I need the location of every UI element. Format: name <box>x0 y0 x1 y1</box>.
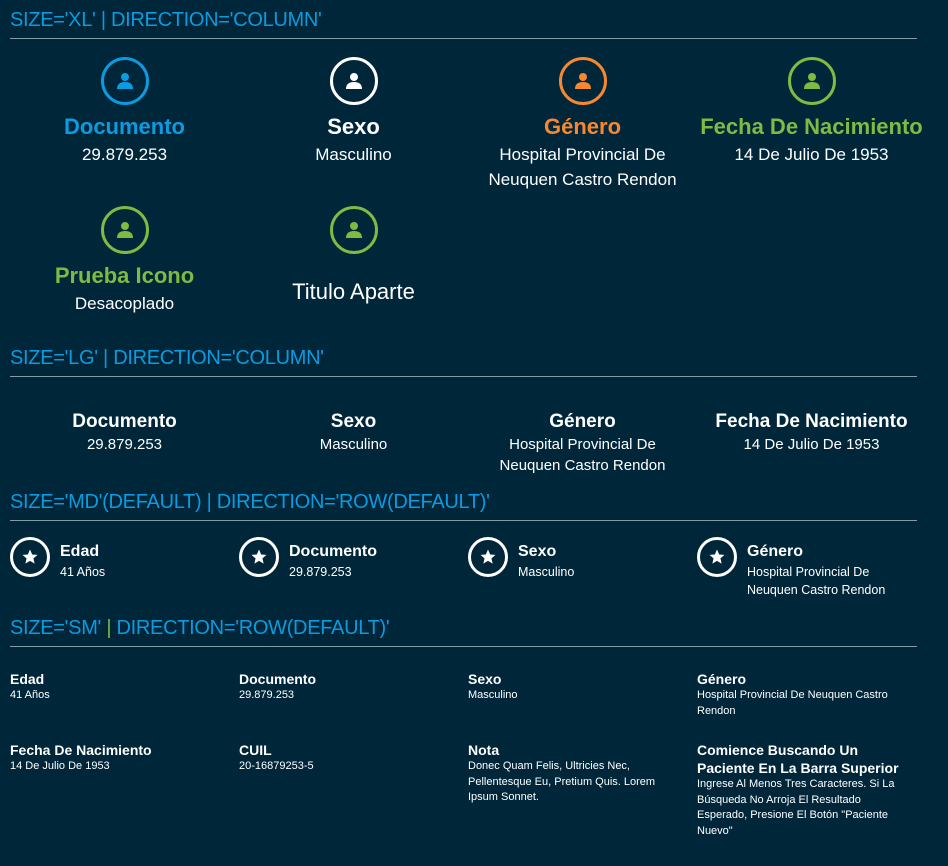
info-item: Documento 29.879.253 <box>239 537 468 599</box>
info-value: 14 De Julio De 1953 <box>10 760 110 772</box>
info-item: Género Hospital Provincial De Neuquen Cas… <box>697 670 926 719</box>
lg-items: Documento 29.879.253 Sexo Masculino Género Ho… <box>10 410 926 476</box>
heading-direction: DIRECTION='ROW(DEFAULT)' <box>216 491 490 513</box>
heading-size: SIZE='LG' <box>10 347 98 369</box>
info-title: Nota <box>468 742 500 758</box>
info-value: Masculino <box>468 689 518 701</box>
info-value: 29.879.253 <box>239 689 295 701</box>
user-icon <box>100 57 149 105</box>
heading-size: SIZE='XL' <box>10 9 96 31</box>
info-title: Prueba Icono <box>54 263 195 288</box>
info-title: Sexo <box>518 543 557 560</box>
heading-direction: DIRECTION='COLUMN' <box>110 9 322 31</box>
info-value: 29.879.253 <box>81 145 168 164</box>
heading-separator: | <box>206 491 212 513</box>
info-title: Género <box>697 671 747 687</box>
info-item: CUIL 20-16879253-5 <box>239 741 468 839</box>
info-value: Desacoplado <box>74 294 175 313</box>
star-icon <box>697 537 737 577</box>
info-item: Fecha De Nacimiento 14 De Julio De 1953 <box>697 410 926 476</box>
section-heading-xl: SIZE='XL' | DIRECTION='COLUMN' <box>10 8 917 39</box>
info-title: Sexo <box>330 411 377 432</box>
info-value: Hospital Provincial De Neuquen Castro Re… <box>499 436 666 474</box>
info-title: Documento <box>239 671 316 687</box>
info-title: Edad <box>60 543 100 560</box>
sm-items: Edad 41 Años Documento 29.879.253 Sexo Mascul… <box>10 670 926 861</box>
user-icon <box>100 206 149 254</box>
heading-separator: | <box>103 347 108 369</box>
info-value: Masculino <box>315 145 392 164</box>
info-item: Edad 41 Años <box>10 670 239 719</box>
star-icon <box>239 537 279 577</box>
info-value: 41 Años <box>10 689 50 701</box>
info-value: Masculino <box>518 565 575 579</box>
info-title: Género <box>543 114 622 139</box>
info-title: Comience Buscando Un Paciente En La Barr… <box>697 742 899 776</box>
info-item: Fecha De Nacimiento 14 De Julio De 1953 <box>697 57 926 192</box>
info-title: Edad <box>10 671 45 687</box>
info-text: Género Hospital Provincial De Neuquen Cas… <box>747 537 907 599</box>
section-heading-md: SIZE='MD'(DEFAULT) | DIRECTION='ROW(DEFA… <box>10 490 917 521</box>
info-item: Documento 29.879.253 <box>10 410 239 476</box>
info-item: Sexo Masculino <box>468 670 697 719</box>
star-icon <box>468 537 508 577</box>
star-icon <box>10 537 50 577</box>
info-text: Sexo Masculino <box>518 537 574 581</box>
info-value: Hospital Provincial De Neuquen Castro Re… <box>697 689 888 717</box>
info-text: Documento 29.879.253 <box>289 537 377 581</box>
info-item: Género Hospital Provincial De Neuquen Cas… <box>468 57 697 192</box>
info-title: Género <box>549 411 616 432</box>
heading-separator: | <box>106 617 112 639</box>
info-item: Nota Donec Quam Felis, Ultricies Nec, Pel… <box>468 741 697 839</box>
info-item: Género Hospital Provincial De Neuquen Cas… <box>468 410 697 476</box>
info-title: Titulo Aparte <box>292 279 415 304</box>
info-item: Edad 41 Años <box>10 537 239 599</box>
info-value: Hospital Provincial De Neuquen Castro Re… <box>747 565 886 597</box>
heading-size: SIZE='SM' <box>10 617 102 639</box>
md-items: Edad 41 Años Documento 29.879.253 Sexo Mascul… <box>10 537 926 599</box>
info-value: 29.879.253 <box>289 565 352 579</box>
xl-items: Documento 29.879.253 Sexo Masculino Género Ho… <box>10 57 926 316</box>
info-value: 29.879.253 <box>86 436 163 453</box>
info-item: Comience Buscando Un Paciente En La Barr… <box>697 741 926 839</box>
info-title: Sexo <box>327 114 380 139</box>
info-item: Titulo Aparte <box>239 206 468 316</box>
heading-separator: | <box>100 9 106 31</box>
section-heading-lg: SIZE='LG' | DIRECTION='COLUMN' <box>10 346 917 377</box>
heading-direction: DIRECTION='ROW(DEFAULT)' <box>116 617 390 639</box>
info-item: Documento 29.879.253 <box>10 57 239 192</box>
info-item: Sexo Masculino <box>239 57 468 192</box>
info-value: 14 De Julio De 1953 <box>734 145 889 164</box>
info-title: Fecha De Nacimiento <box>10 742 152 758</box>
info-item: Sexo Masculino <box>239 410 468 476</box>
info-value: 20-16879253-5 <box>239 760 314 772</box>
info-value: 41 Años <box>60 565 106 579</box>
info-title: Documento <box>289 543 377 560</box>
info-item: Prueba Icono Desacoplado <box>10 206 239 316</box>
info-title: CUIL <box>239 742 272 758</box>
info-item: Fecha De Nacimiento 14 De Julio De 1953 <box>10 741 239 839</box>
user-icon <box>329 206 378 254</box>
info-title: Fecha De Nacimiento <box>700 114 923 139</box>
user-icon <box>787 57 836 105</box>
info-item: Documento 29.879.253 <box>239 670 468 719</box>
info-text: Edad 41 Años <box>60 537 105 581</box>
info-item: Género Hospital Provincial De Neuquen Cas… <box>697 537 926 599</box>
heading-size: SIZE='MD'(DEFAULT) <box>10 491 202 513</box>
heading-direction: DIRECTION='COLUMN' <box>113 347 324 369</box>
info-title: Fecha De Nacimiento <box>715 411 908 432</box>
user-icon <box>558 57 607 105</box>
info-value: 14 De Julio De 1953 <box>743 436 880 453</box>
info-title: Documento <box>64 114 185 139</box>
info-title: Documento <box>72 411 177 432</box>
info-value: Ingrese Al Menos Tres Caracteres. Si La … <box>697 778 895 837</box>
info-value: Donec Quam Felis, Ultricies Nec, Pellent… <box>468 760 656 803</box>
info-value: Masculino <box>319 436 388 453</box>
info-item: Sexo Masculino <box>468 537 697 599</box>
section-heading-sm: SIZE='SM' | DIRECTION='ROW(DEFAULT)' <box>10 616 917 647</box>
info-title: Género <box>747 543 804 560</box>
user-icon <box>329 57 378 105</box>
info-title: Sexo <box>468 671 502 687</box>
info-value: Hospital Provincial De Neuquen Castro Re… <box>488 145 677 189</box>
